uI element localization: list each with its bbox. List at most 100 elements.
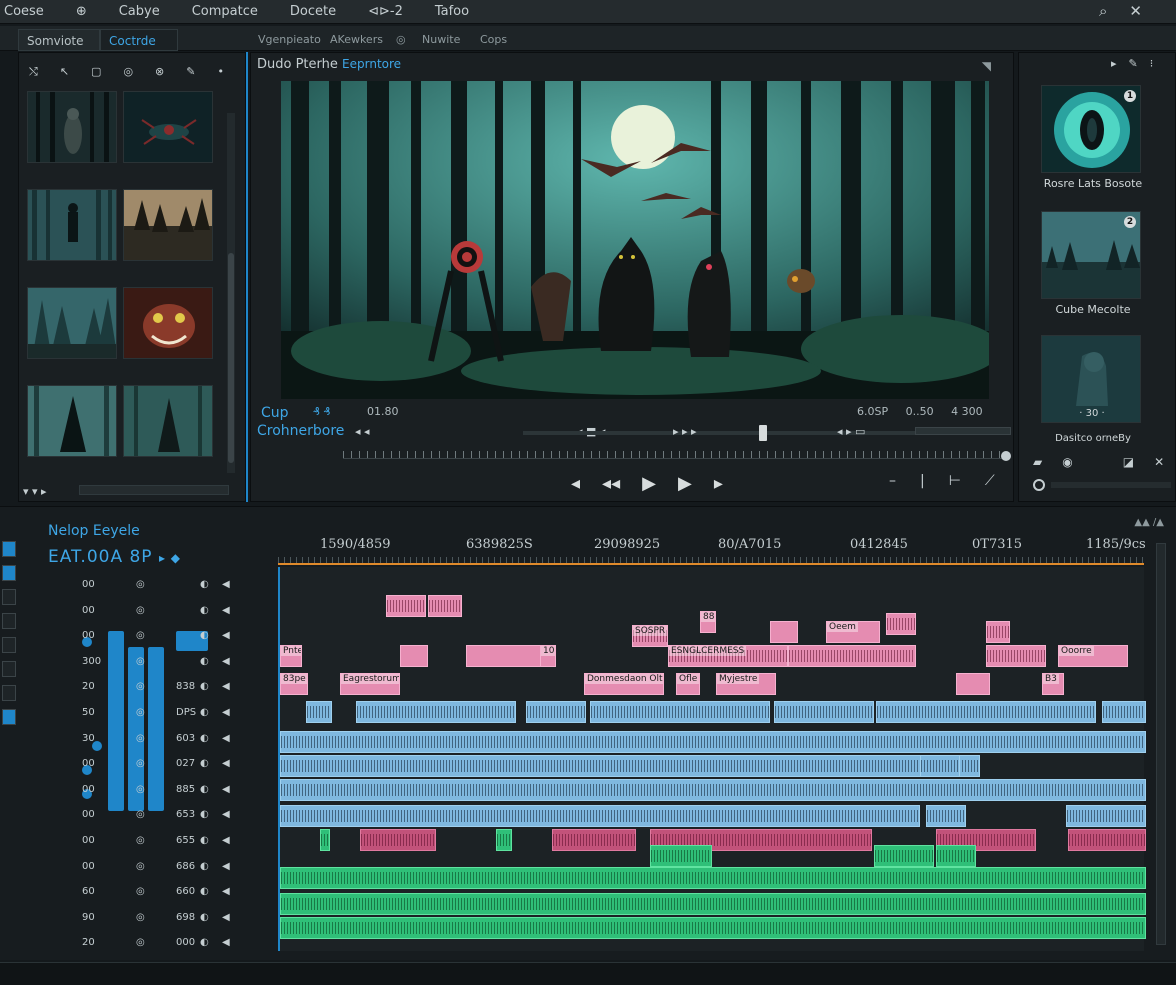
speaker-icon[interactable]: ◀: [222, 861, 230, 872]
rewind-icon[interactable]: ◂◂: [602, 473, 620, 494]
target-icon[interactable]: ⊗: [155, 65, 164, 79]
tool-strip-btn-2[interactable]: [2, 565, 16, 581]
timeline-vertical-scrollbar[interactable]: [1156, 543, 1166, 945]
eye-icon[interactable]: ◎: [136, 605, 145, 616]
media-thumb-8[interactable]: [123, 385, 213, 457]
audio-clip[interactable]: [280, 731, 1146, 753]
track-header-row[interactable]: 20 838 ◎ ◐ ◀: [40, 675, 276, 699]
audio-clip[interactable]: [280, 779, 1146, 801]
effect-thumb-3[interactable]: · 30 ·: [1041, 335, 1141, 423]
close-panel-icon[interactable]: ✕: [1154, 455, 1164, 469]
video-clip[interactable]: Myjestre: [716, 673, 776, 695]
step-forward-icon[interactable]: ▶: [678, 473, 692, 494]
menu-item-tafoo[interactable]: Tafoo: [431, 4, 469, 19]
fast-forward-icon[interactable]: ▸: [714, 473, 723, 494]
menu-item-file[interactable]: Coese: [0, 4, 44, 19]
audio-clip[interactable]: [920, 755, 960, 777]
lock-icon[interactable]: ◐: [200, 835, 209, 846]
lock-icon[interactable]: ◐: [200, 758, 209, 769]
video-clip[interactable]: [956, 673, 990, 695]
comment-icon[interactable]: ▰: [1033, 455, 1042, 469]
media-bin-footer-icons[interactable]: ▾ ▾ ▸: [23, 485, 47, 498]
audio-clip[interactable]: [280, 805, 920, 827]
menu-item-compose[interactable]: Compatce: [188, 4, 258, 19]
eye-icon[interactable]: ◎: [136, 861, 145, 872]
track-header-row[interactable]: 20 000 ◎ ◐ ◀: [40, 931, 276, 955]
eye-icon[interactable]: ◎: [136, 809, 145, 820]
sub-item-3[interactable]: ◎: [396, 33, 406, 46]
track-header-row[interactable]: 00 885 ◎ ◐ ◀: [40, 778, 276, 802]
speaker-icon[interactable]: ◀: [222, 681, 230, 692]
eye-icon[interactable]: ◎: [136, 886, 145, 897]
clip-icons[interactable]: ₰ ₰: [313, 405, 331, 418]
expand-icon[interactable]: ◪: [1123, 455, 1134, 469]
eye-icon[interactable]: ◎: [136, 681, 145, 692]
video-clip[interactable]: [400, 645, 428, 667]
lock-icon[interactable]: ◐: [200, 809, 209, 820]
video-clip[interactable]: [986, 621, 1010, 643]
video-clip[interactable]: Oeem: [826, 621, 880, 643]
track-header-row[interactable]: 00 ◎ ◐ ◀: [40, 624, 276, 648]
audio-clip[interactable]: [590, 701, 770, 723]
effect-thumb-1[interactable]: 1: [1041, 85, 1141, 173]
sub-item-4[interactable]: Nuwite: [422, 33, 460, 46]
menu-item-add[interactable]: ⊕: [72, 4, 87, 19]
speaker-icon[interactable]: ◀: [222, 605, 230, 616]
media-thumb-1[interactable]: [27, 91, 117, 163]
video-clip[interactable]: [428, 595, 462, 617]
audio-clip[interactable]: [280, 755, 980, 777]
track-header-row[interactable]: 00 686 ◎ ◐ ◀: [40, 855, 276, 879]
tool-strip-btn-6[interactable]: [2, 661, 16, 677]
track-header-row[interactable]: 30 603 ◎ ◐ ◀: [40, 727, 276, 751]
audio-clip[interactable]: [356, 701, 516, 723]
video-clip[interactable]: SOSPR REUT MIEEBER: [632, 625, 668, 647]
eye-icon[interactable]: ◎: [136, 733, 145, 744]
video-clip[interactable]: ESNGLCERMESS: [668, 645, 788, 667]
lock-icon[interactable]: ◐: [200, 630, 209, 641]
audio-clip[interactable]: [876, 701, 1096, 723]
video-clip[interactable]: [886, 613, 916, 635]
video-clip[interactable]: Ofle: [676, 673, 700, 695]
sub-item-1[interactable]: Vgenpieato: [258, 33, 321, 46]
viewer-menu-icon[interactable]: ◥: [982, 59, 991, 73]
timecode-arrow-icon[interactable]: ▸ ◆: [159, 551, 181, 565]
tool-strip-btn-1[interactable]: [2, 541, 16, 557]
speaker-icon[interactable]: ◀: [222, 809, 230, 820]
close-icon[interactable]: ✕: [1129, 2, 1142, 20]
media-thumb-3[interactable]: [27, 189, 117, 261]
scrollbar-thumb[interactable]: [228, 253, 234, 463]
track-header-row[interactable]: 90 698 ◎ ◐ ◀: [40, 906, 276, 930]
eye-icon[interactable]: ◎: [136, 784, 145, 795]
video-clip[interactable]: [466, 645, 546, 667]
video-clip[interactable]: Donmesdaon Olte: [584, 673, 664, 695]
eye-icon[interactable]: ◎: [136, 707, 145, 718]
music-clip[interactable]: [280, 893, 1146, 915]
speaker-icon[interactable]: ◀: [222, 937, 230, 948]
eye-icon[interactable]: ◎: [136, 912, 145, 923]
lock-icon[interactable]: ◐: [200, 937, 209, 948]
video-clip[interactable]: [770, 621, 798, 643]
music-clip[interactable]: [280, 867, 1146, 889]
lock-icon[interactable]: ◐: [200, 579, 209, 590]
lock-icon[interactable]: ◐: [200, 912, 209, 923]
scrub-right-controls[interactable]: ◂ ▸ ▭: [837, 425, 865, 438]
lock-icon[interactable]: ◐: [200, 605, 209, 616]
speaker-icon[interactable]: ◀: [222, 630, 230, 641]
media-thumb-6[interactable]: [123, 287, 213, 359]
track-header-row[interactable]: 00 027 ◎ ◐ ◀: [40, 752, 276, 776]
eye-icon[interactable]: ◎: [136, 937, 145, 948]
track-header-row[interactable]: 300 ◎ ◐ ◀: [40, 650, 276, 674]
menu-item-docs[interactable]: Docete: [286, 4, 336, 19]
link-icon[interactable]: ◎: [123, 65, 133, 79]
video-clip[interactable]: [788, 645, 916, 667]
tab-somviote[interactable]: Somviote: [18, 29, 100, 51]
video-clip[interactable]: 88: [700, 611, 716, 633]
search-icon[interactable]: ⌕: [1099, 2, 1107, 20]
lock-icon[interactable]: ◐: [200, 733, 209, 744]
speaker-icon[interactable]: ◀: [222, 579, 230, 590]
mark-in-icon[interactable]: –: [889, 473, 896, 489]
video-clip[interactable]: Pnte: [280, 645, 302, 667]
tool-strip-btn-3[interactable]: [2, 589, 16, 605]
viewer-ruler-knob[interactable]: [1001, 451, 1011, 461]
music-clip[interactable]: [280, 917, 1146, 939]
